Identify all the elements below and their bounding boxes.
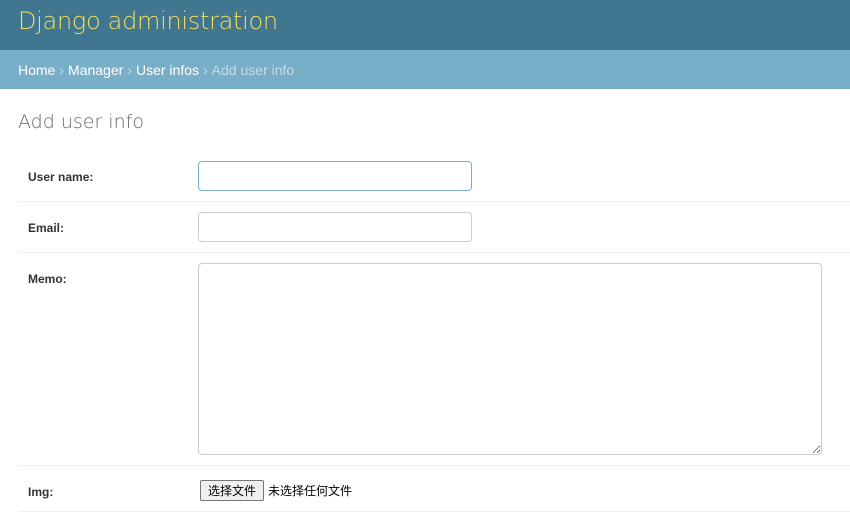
- user-name-input[interactable]: [198, 161, 472, 191]
- breadcrumb-home-link[interactable]: Home: [18, 62, 55, 78]
- form-row-img: Img: 选择文件 未选择任何文件: [18, 466, 850, 512]
- user-info-form: User name: Email: Memo: Img: 选择文件 未选择任何文…: [18, 151, 850, 512]
- breadcrumb-separator: ›: [127, 61, 132, 78]
- memo-label: Memo:: [28, 272, 67, 286]
- email-label: Email:: [28, 221, 65, 235]
- memo-textarea[interactable]: [198, 263, 822, 455]
- header: Django administration: [0, 0, 850, 50]
- choose-file-button[interactable]: 选择文件: [200, 480, 265, 501]
- img-file-input: 选择文件 未选择任何文件: [198, 476, 352, 501]
- form-row-email: Email:: [18, 202, 850, 253]
- form-row-memo: Memo:: [18, 253, 850, 466]
- breadcrumb-separator: ›: [203, 61, 208, 78]
- breadcrumb: Home › Manager › User infos › Add user i…: [0, 50, 850, 89]
- user-name-label: User name:: [28, 170, 94, 184]
- site-title[interactable]: Django administration: [18, 7, 278, 35]
- form-row-user-name: User name:: [18, 151, 850, 202]
- email-input[interactable]: [198, 212, 472, 242]
- main-content: Add user info User name: Email: Memo: Im…: [0, 89, 850, 512]
- breadcrumb-separator: ›: [59, 61, 65, 78]
- breadcrumb-model-link[interactable]: User infos: [136, 62, 199, 78]
- page-title: Add user info: [18, 111, 144, 133]
- file-status-text: 未选择任何文件: [268, 484, 353, 498]
- breadcrumb-app-link[interactable]: Manager: [68, 62, 123, 78]
- breadcrumb-current: Add user info: [211, 61, 295, 78]
- img-label: Img:: [28, 485, 54, 499]
